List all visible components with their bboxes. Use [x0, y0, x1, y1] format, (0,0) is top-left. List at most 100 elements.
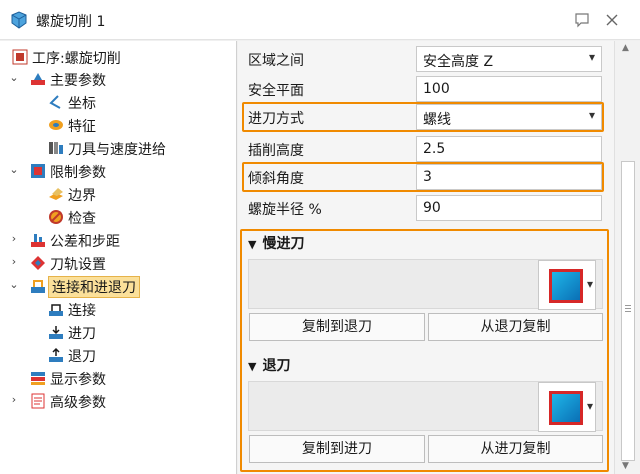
ramp-angle-row: 倾斜角度 3	[248, 164, 603, 190]
title-bar: 螺旋切削 1	[0, 0, 640, 40]
slow-engage-title: 慢进刀	[262, 236, 305, 252]
tree-item-label: 边界	[68, 188, 96, 204]
tree-item-retract[interactable]: 退刀	[0, 344, 236, 366]
slow-engage-color-swatch	[549, 269, 583, 303]
helix-radius-label: 螺旋半径 %	[248, 202, 322, 218]
engage-mode-label: 进刀方式	[248, 111, 304, 127]
scroll-grip	[625, 308, 631, 309]
collapse-triangle-icon[interactable]: ▼	[248, 360, 256, 373]
app-icon	[11, 11, 27, 29]
region-row: 区域之间 安全高度 Z	[248, 46, 603, 72]
tree-item-label: 工序:螺旋切削	[32, 51, 121, 67]
tree-item-check[interactable]: 检查	[0, 206, 236, 228]
safe-plane-input[interactable]: 100	[416, 76, 602, 102]
feature-icon	[49, 120, 63, 130]
tree-item-limit-params[interactable]: ⌄ 限制参数	[0, 160, 236, 182]
ramp-angle-label: 倾斜角度	[248, 171, 304, 187]
slow-engage-color-picker[interactable]: ▾	[538, 260, 596, 310]
copy-from-engage-button[interactable]: 从进刀复制	[428, 435, 603, 463]
engage-mode-select[interactable]: 螺线	[416, 104, 602, 130]
tree-item-advanced[interactable]: › 高级参数	[0, 390, 236, 412]
engage-mode-row: 进刀方式 螺线	[248, 104, 603, 130]
retract-icon	[49, 347, 63, 362]
tree-item-label: 特征	[68, 119, 96, 135]
tree-item-tool-speed[interactable]: 刀具与速度进给	[0, 137, 236, 159]
copy-to-retract-button[interactable]: 复制到退刀	[249, 313, 425, 341]
boundary-icon	[49, 188, 63, 200]
tree-item-display[interactable]: 显示参数	[0, 367, 236, 389]
tree-item-label: 公差和步距	[50, 234, 120, 250]
retract-color-picker[interactable]: ▾	[538, 382, 596, 432]
tree-item-label: 显示参数	[50, 372, 106, 388]
scroll-grip	[625, 311, 631, 312]
tree-item-toolpath[interactable]: › 刀轨设置	[0, 252, 236, 274]
main-params-icon	[31, 73, 45, 85]
tree-item-features[interactable]: 特征	[0, 114, 236, 136]
engage-icon	[49, 326, 63, 339]
tree-item-link[interactable]: 连接	[0, 298, 236, 320]
safe-plane-label: 安全平面	[248, 83, 304, 99]
chevron-right-icon[interactable]: ›	[8, 255, 20, 269]
plunge-height-input[interactable]: 2.5	[416, 136, 602, 162]
operation-icon	[12, 49, 28, 65]
tree-item-coordinates[interactable]: 坐标	[0, 91, 236, 113]
vertical-scrollbar[interactable]: ▲ ▼	[614, 41, 640, 474]
scroll-thumb[interactable]	[621, 161, 635, 461]
scroll-down-icon[interactable]: ▼	[622, 461, 629, 471]
tree-item-label: 刀具与速度进给	[68, 142, 166, 158]
tool-icon	[49, 142, 63, 154]
tree-item-boundary[interactable]: 边界	[0, 183, 236, 205]
tree-item-label: 进刀	[68, 326, 96, 342]
tree-item-engage[interactable]: 进刀	[0, 321, 236, 343]
tree-item-label: 退刀	[68, 349, 96, 365]
tree-item-label: 主要参数	[50, 73, 106, 89]
plunge-height-label: 插削高度	[248, 143, 304, 159]
chevron-right-icon[interactable]: ›	[8, 232, 20, 246]
dropdown-arrow-icon[interactable]: ▾	[587, 277, 593, 291]
tree-item-label: 刀轨设置	[50, 257, 106, 273]
tree-item-operation[interactable]: 工序:螺旋切削	[0, 46, 236, 68]
check-icon	[49, 210, 63, 224]
comment-icon[interactable]	[574, 12, 590, 28]
tree-item-label: 坐标	[68, 96, 96, 112]
chevron-down-icon[interactable]: ⌄	[8, 278, 20, 292]
copy-to-engage-button[interactable]: 复制到进刀	[249, 435, 425, 463]
limit-params-icon	[31, 164, 45, 178]
scroll-grip	[625, 305, 631, 306]
tree-item-link-engage[interactable]: ⌄ 连接和进退刀	[0, 275, 236, 298]
region-label: 区域之间	[248, 53, 304, 69]
retract-title: 退刀	[262, 358, 291, 374]
display-icon	[31, 372, 45, 385]
chevron-down-icon[interactable]: ⌄	[8, 71, 20, 85]
retract-preview-area: ▾	[248, 381, 603, 432]
advanced-icon	[31, 393, 45, 409]
slow-engage-header[interactable]: ▼ 慢进刀	[248, 233, 304, 255]
safe-plane-row: 安全平面 100	[248, 76, 603, 102]
tree-item-label: 检查	[68, 211, 96, 227]
dropdown-arrow-icon[interactable]: ▾	[587, 399, 593, 413]
chevron-down-icon[interactable]: ⌄	[8, 163, 20, 177]
slow-engage-preview-area: ▾	[248, 259, 603, 310]
helix-radius-input[interactable]: 90	[416, 195, 602, 221]
toolpath-icon	[31, 256, 45, 270]
plunge-height-row: 插削高度 2.5	[248, 136, 603, 162]
link-engage-icon	[31, 280, 45, 293]
collapse-triangle-icon[interactable]: ▼	[248, 238, 256, 251]
retract-color-swatch	[549, 391, 583, 425]
link-icon	[49, 304, 63, 316]
ramp-angle-input[interactable]: 3	[416, 164, 602, 190]
scroll-up-icon[interactable]: ▲	[622, 43, 629, 53]
tree-item-tolerance[interactable]: › 公差和步距	[0, 229, 236, 251]
tree-item-label: 高级参数	[50, 395, 106, 411]
close-icon[interactable]	[604, 12, 620, 28]
window-title: 螺旋切削 1	[36, 14, 106, 30]
coordinates-icon	[49, 95, 61, 109]
tolerance-icon	[31, 234, 45, 247]
chevron-right-icon[interactable]: ›	[8, 393, 20, 407]
helix-radius-row: 螺旋半径 % 90	[248, 195, 603, 221]
tree-item-label: 连接和进退刀	[48, 276, 140, 298]
region-select[interactable]: 安全高度 Z	[416, 46, 602, 72]
copy-from-retract-button[interactable]: 从退刀复制	[428, 313, 603, 341]
tree-item-main-params[interactable]: ⌄ 主要参数	[0, 68, 236, 90]
retract-header[interactable]: ▼ 退刀	[248, 355, 290, 377]
